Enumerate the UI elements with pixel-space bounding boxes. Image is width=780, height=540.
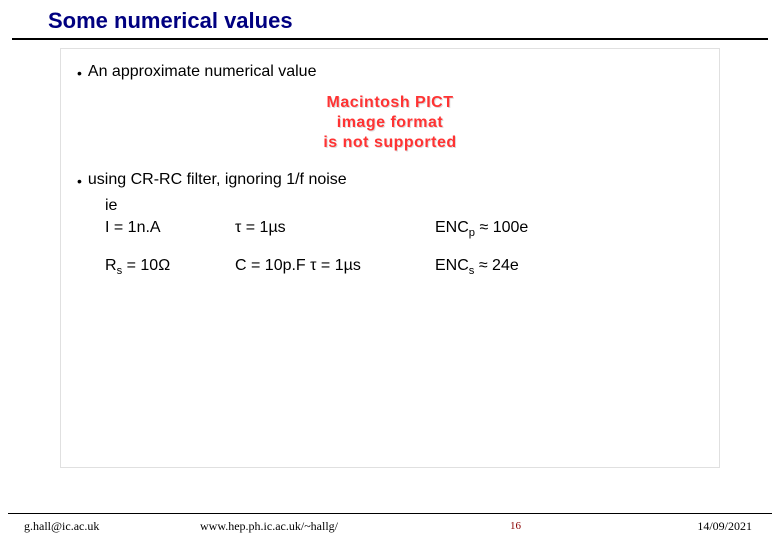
l2-col2: C = 10p.F τ = 1µs (235, 257, 435, 277)
footer-email: g.hall@ic.ac.uk (24, 519, 99, 534)
missing-image-placeholder: Macintosh PICT image format is not suppo… (77, 93, 703, 153)
bullet-dot-icon: • (77, 171, 82, 191)
footer: g.hall@ic.ac.uk www.hep.ph.ic.ac.uk/~hal… (0, 516, 780, 536)
footer-url: www.hep.ph.ic.ac.uk/~hallg/ (200, 519, 338, 534)
title-underline (12, 38, 768, 40)
example-line-2: Rs = 10Ω C = 10p.F τ = 1µs ENCs ≈ 24e (77, 257, 703, 277)
bullet-2: • using CR-RC filter, ignoring 1/f noise (77, 171, 703, 191)
l1-col1: I = 1n.A (105, 219, 235, 239)
example-line-1: I = 1n.A τ = 1µs ENCp ≈ 100e (77, 219, 703, 239)
bullet-1-text: An approximate numerical value (88, 63, 317, 81)
ie-text: ie (105, 197, 117, 215)
l2-col3: ENCs ≈ 24e (435, 257, 615, 277)
content-box: • An approximate numerical value Macinto… (60, 48, 720, 468)
title-area: Some numerical values (0, 0, 780, 34)
slide: Some numerical values • An approximate n… (0, 0, 780, 540)
bullet-1: • An approximate numerical value (77, 63, 703, 83)
l1-col2: τ = 1µs (235, 219, 435, 239)
footer-page-number: 16 (510, 520, 521, 532)
footer-divider (8, 513, 772, 514)
slide-title: Some numerical values (48, 8, 780, 34)
bullet-2-text: using CR-RC filter, ignoring 1/f noise (88, 171, 347, 189)
ie-row: ie (77, 197, 703, 215)
footer-date: 14/09/2021 (697, 519, 752, 534)
l2-col1: Rs = 10Ω (105, 257, 235, 277)
bullet-dot-icon: • (77, 63, 82, 83)
l1-col3: ENCp ≈ 100e (435, 219, 615, 239)
pict-error-text: Macintosh PICT image format is not suppo… (323, 93, 456, 153)
